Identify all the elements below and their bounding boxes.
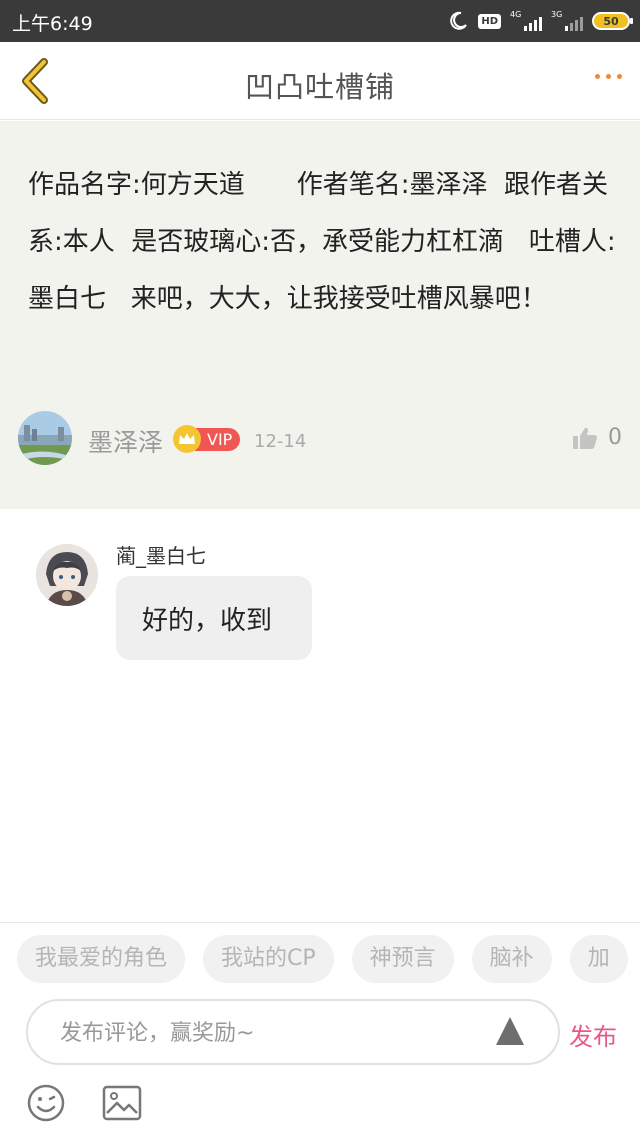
tag-chip[interactable]: 我最爱的角色 <box>17 935 186 983</box>
emoji-button[interactable] <box>26 1083 66 1123</box>
comment-bubble: 好的，收到 <box>116 576 312 660</box>
hd-badge: HD <box>478 13 501 29</box>
like-count: 0 <box>608 425 622 450</box>
comment-text: 好的，收到 <box>142 606 273 636</box>
commenter-avatar[interactable] <box>36 544 98 606</box>
status-time: 上午6:49 <box>12 13 93 35</box>
author-name[interactable]: 墨泽泽 <box>88 423 163 459</box>
composer-area: 我最爱的角色 我站的CP 神预言 脑补加 发布 <box>0 922 640 1138</box>
more-button[interactable] <box>595 74 622 79</box>
tag-chip[interactable]: 我站的CP <box>203 935 334 983</box>
avatar-image <box>18 411 72 465</box>
tag-list: 我最爱的角色 我站的CP 神预言 脑补加 <box>17 935 640 983</box>
signal-3g-icon: 3G <box>551 10 583 32</box>
moon-icon <box>450 11 468 30</box>
crown-icon <box>173 425 201 453</box>
post-body: 作品名字:何方天道 作者笔名:墨泽泽 跟作者关系:本人 是否玻璃心:否，承受能力… <box>28 170 616 314</box>
image-icon <box>102 1085 142 1121</box>
like-button[interactable]: 0 <box>572 425 622 450</box>
smiley-icon <box>27 1084 65 1122</box>
tag-chip[interactable]: 脑补 <box>471 935 552 983</box>
status-icons: HD 4G 3G 50 <box>447 8 633 34</box>
comment-item: 蔺_墨白七 好的，收到 <box>36 540 596 670</box>
tag-chip[interactable]: 神预言 <box>351 935 454 983</box>
more-dots-icon <box>595 74 600 79</box>
battery-icon: 50 <box>592 12 633 30</box>
page-title: 凹凸吐槽铺 <box>244 70 395 104</box>
post-date: 12-14 <box>254 431 307 452</box>
image-button[interactable] <box>102 1085 142 1121</box>
status-bar: 上午6:49 HD 4G 3G 50 <box>0 0 640 42</box>
triangle-icon[interactable] <box>494 1015 526 1047</box>
avatar-image <box>36 544 98 606</box>
thumbs-up-icon <box>573 427 597 449</box>
tag-chip[interactable]: 加 <box>569 935 628 983</box>
vip-badge: VIP <box>173 425 241 453</box>
post-card: 作品名字:何方天道 作者笔名:墨泽泽 跟作者关系:本人 是否玻璃心:否，承受能力… <box>0 121 640 509</box>
title-bar: 凹凸吐槽铺 <box>0 42 640 120</box>
comment-input[interactable] <box>60 1013 480 1053</box>
signal-4g-icon: 4G <box>510 10 542 32</box>
comment-input-box <box>26 999 560 1065</box>
author-avatar[interactable] <box>18 411 72 465</box>
vip-label: VIP <box>195 427 241 451</box>
commenter-name[interactable]: 蔺_墨白七 <box>116 540 206 569</box>
post-meta: 墨泽泽 VIP 12-14 0 <box>18 411 630 467</box>
send-button[interactable]: 发布 <box>569 1017 617 1052</box>
